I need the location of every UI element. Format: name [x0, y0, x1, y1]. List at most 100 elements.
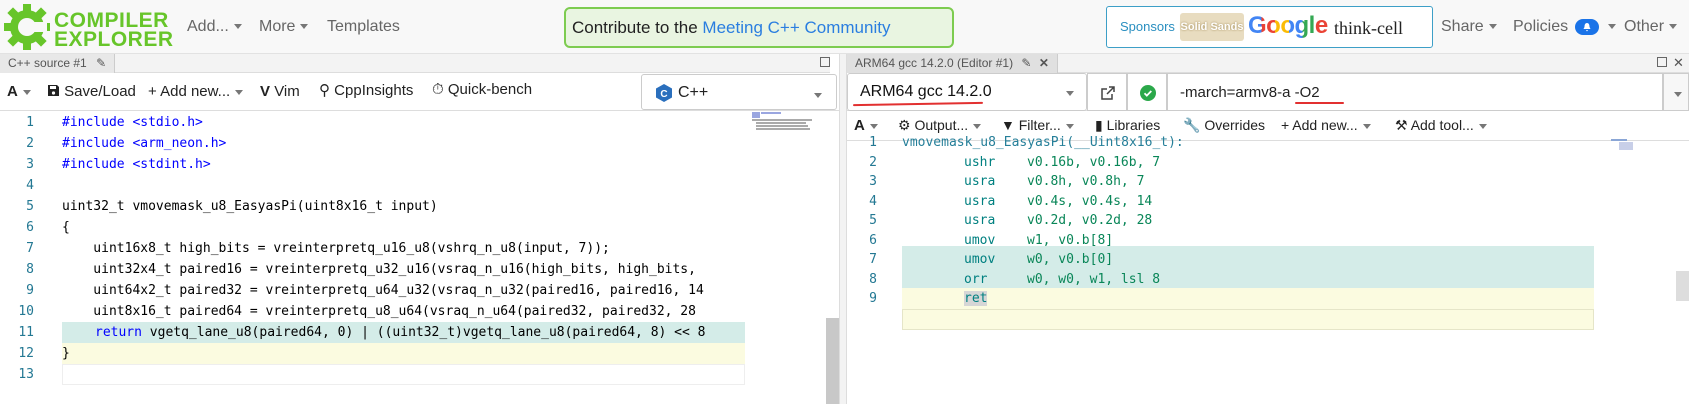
add-new-pane-button[interactable]: + Add new...	[1281, 117, 1371, 133]
red-underline-annotation-2	[1295, 102, 1344, 104]
save-load-label: Save/Load	[64, 83, 136, 100]
asm-line-number: 8	[869, 271, 877, 287]
filter-menu[interactable]: ▼ Filter...	[1001, 117, 1074, 133]
source-editor[interactable]: 1 2 3 4 5 uint32_t vmovemask_u8_EasyasPi(uint…	[0, 111, 839, 404]
sponsor-solid-sands-text: Solid Sands	[1180, 21, 1244, 33]
nav-add-label: Add...	[187, 18, 229, 35]
save-icon	[48, 85, 59, 96]
asm-line-number: 3	[869, 174, 877, 189]
source-line-number: 6	[26, 220, 34, 235]
nav-share-label: Share	[1441, 18, 1484, 35]
source-line-number: 5	[26, 199, 34, 214]
popout-button[interactable]	[1087, 73, 1127, 111]
compiler-explorer-logo[interactable]: COMPILER EXPLORER	[4, 4, 173, 50]
edit-pencil-icon[interactable]: ✎	[1021, 56, 1031, 70]
asm-line-number: 5	[869, 213, 877, 228]
close-pane-icon[interactable]: ✕	[1673, 55, 1684, 71]
language-dropdown-icon	[809, 86, 822, 103]
compile-status[interactable]	[1127, 73, 1167, 111]
sponsor-thinkcell-logo[interactable]: think-cell	[1334, 18, 1403, 39]
compiler-name: ARM64 gcc 14.2.0	[860, 83, 992, 100]
sponsor-thinkcell-text: think-cell	[1334, 18, 1403, 38]
asm-mnemonic: ret	[964, 291, 988, 306]
source-line-number: 1	[26, 115, 34, 130]
language-select[interactable]: C C++	[641, 74, 837, 110]
sponsors-box[interactable]: Sponsors Solid Sands Google think-cell	[1106, 6, 1433, 48]
source-line-11: return vgetq_lane_u8(paired64, 0) | ((ui…	[62, 325, 706, 340]
asm-tab[interactable]: ARM64 gcc 14.2.0 (Editor #1) ✎ ✕	[847, 54, 1058, 73]
asm-output[interactable]: 1 2 ushr v0.16b, v0.16b, 7 3 usra v0.8h, v0.8h…	[847, 135, 1689, 404]
compiler-dropdown-icon	[1061, 85, 1074, 103]
filter-label: Filter...	[1018, 117, 1061, 133]
gear-icon: ⚙	[898, 117, 911, 133]
source-line-number: 3	[26, 157, 34, 172]
output-menu[interactable]: ⚙ Output...	[898, 117, 981, 134]
asm-operands: v0.8h, v0.8h, 7	[1027, 174, 1145, 189]
save-load-button[interactable]: Save/Load	[47, 83, 136, 100]
edit-pencil-icon[interactable]: ✎	[96, 56, 106, 70]
source-code-line: {	[62, 220, 70, 235]
compiler-options-input[interactable]: -march=armv8-a -O2	[1167, 73, 1663, 111]
nav-add-menu[interactable]: Add...	[187, 18, 242, 36]
asm-minimap[interactable]	[1611, 139, 1641, 153]
tool-icon: ⚒	[1395, 117, 1408, 133]
asm-scrollbar[interactable]	[1676, 271, 1689, 301]
pane-splitter[interactable]	[839, 54, 847, 404]
asm-line-number: 1	[869, 135, 877, 150]
overrides-button[interactable]: 🔧 Overrides	[1183, 117, 1265, 134]
asm-font-size-dropdown[interactable]: A	[854, 117, 878, 134]
plus-icon: +	[1281, 117, 1293, 133]
source-line-1: #include <stdio.h>	[62, 115, 203, 130]
quick-bench-button[interactable]: ⏱ Quick-bench	[432, 81, 532, 98]
source-code-line: }	[62, 346, 70, 361]
asm-operands: w1, v0.b[8]	[1027, 232, 1114, 248]
sponsor-solid-sands-logo[interactable]: Solid Sands	[1180, 13, 1244, 41]
source-line-number: 9	[26, 283, 34, 298]
nav-share-menu[interactable]: Share	[1441, 18, 1497, 36]
close-tab-icon[interactable]: ✕	[1039, 56, 1049, 70]
add-new-source-button[interactable]: + Add new...	[148, 83, 243, 100]
brand-line2: EXPLORER	[54, 28, 174, 51]
source-code-line: uint32_t vmovemask_u8_EasyasPi(uint8x16_…	[62, 199, 438, 214]
asm-line-number: 4	[869, 193, 877, 209]
asm-mnemonic: umov	[964, 232, 996, 248]
add-tool-button[interactable]: ⚒ Add tool...	[1395, 117, 1487, 134]
vim-toggle-button[interactable]: V Vim	[260, 83, 300, 100]
return-keyword: return	[95, 325, 142, 340]
include-arm-neon: #include <arm_neon.h>	[62, 136, 227, 151]
options-dropdown-icon	[1669, 86, 1682, 104]
source-code-line: uint64x2_t paired32 = vreinterpretq_u64_…	[62, 283, 704, 298]
cppinsights-icon: ⚲	[319, 82, 330, 99]
sponsors-label: Sponsors	[1120, 19, 1175, 34]
asm-tab-header: ARM64 gcc 14.2.0 (Editor #1) ✎ ✕ ✕	[847, 54, 1689, 73]
asm-mnemonic: orr	[964, 271, 988, 287]
sponsor-google-logo[interactable]: Google	[1248, 12, 1328, 40]
svg-text:C: C	[660, 89, 667, 100]
nav-templates[interactable]: Templates	[327, 18, 400, 36]
nav-more-menu[interactable]: More	[259, 18, 308, 36]
libraries-button[interactable]: ▮ Libraries	[1095, 117, 1160, 134]
options-dropdown-button[interactable]	[1663, 73, 1689, 111]
nav-other-menu[interactable]: Other	[1624, 18, 1677, 36]
asm-mnemonic: usra	[964, 174, 996, 189]
source-scrollbar[interactable]	[826, 318, 839, 404]
source-minimap[interactable]	[752, 111, 822, 404]
nav-templates-label: Templates	[327, 18, 400, 35]
maximize-icon[interactable]	[820, 57, 830, 67]
add-tool-label: Add tool...	[1410, 117, 1474, 133]
source-tab[interactable]: C++ source #1 ✎	[0, 54, 116, 73]
font-size-dropdown[interactable]: A	[7, 83, 31, 100]
asm-line-number: 2	[869, 154, 877, 170]
gear-logo-icon	[4, 4, 50, 50]
quickbench-icon: ⏱	[432, 81, 444, 98]
language-label: C++	[678, 84, 709, 101]
source-line-number: 12	[18, 346, 34, 361]
add-new-source-label: Add new...	[160, 83, 231, 100]
quickbench-label: Quick-bench	[447, 81, 533, 98]
source-line-number: 10	[18, 304, 34, 319]
cppinsights-label: CppInsights	[334, 82, 414, 99]
source-line-number: 4	[26, 178, 34, 193]
cppinsights-button[interactable]: ⚲ CppInsights	[319, 81, 413, 99]
nav-policies-menu[interactable]: Policies	[1513, 18, 1616, 36]
maximize-icon[interactable]	[1657, 57, 1667, 67]
